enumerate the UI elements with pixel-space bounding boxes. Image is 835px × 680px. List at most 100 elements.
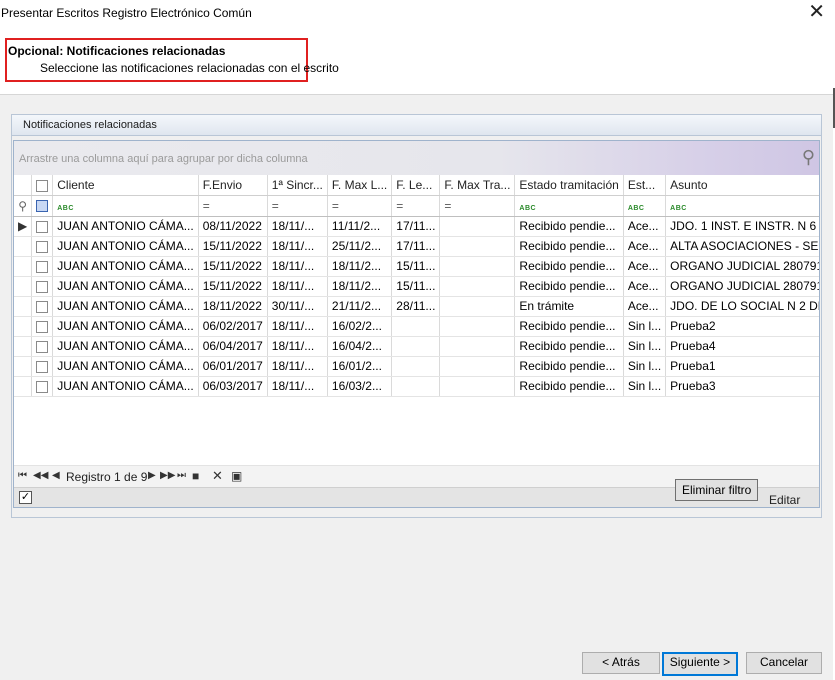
table-cell: 15/11...: [391, 276, 441, 297]
text-filter-icon: ABC: [57, 204, 74, 212]
column-header[interactable]: Estado tramitación: [514, 175, 624, 196]
row-checkbox[interactable]: [31, 216, 54, 237]
step-subtitle: Seleccione las notificaciones relacionad…: [40, 61, 339, 75]
filter-cell[interactable]: =: [391, 195, 441, 217]
search-icon[interactable]: ⚲: [802, 147, 815, 168]
table-cell: 15/11/2022: [198, 236, 268, 257]
table-cell: 18/11/...: [267, 256, 328, 277]
table-cell: 06/02/2017: [198, 316, 268, 337]
column-header[interactable]: 1ª Sincr...: [267, 175, 328, 196]
save-icon[interactable]: ■: [192, 469, 199, 483]
table-cell: [391, 356, 441, 377]
table-cell: Recibido pendie...: [514, 236, 624, 257]
previous-page-icon[interactable]: ◀◀: [33, 470, 48, 481]
row-indicator-cell: [14, 276, 33, 297]
table-row[interactable]: JUAN ANTONIO CÁMA... 06/01/2017 18/11/... 1…: [14, 356, 819, 377]
checkbox-icon: [36, 260, 49, 273]
print-icon[interactable]: ▣: [231, 469, 242, 483]
previous-record-icon[interactable]: ◀: [52, 470, 60, 481]
last-record-icon[interactable]: ⏭: [177, 470, 186, 481]
row-checkbox[interactable]: [31, 276, 54, 297]
table-row[interactable]: JUAN ANTONIO CÁMA... 15/11/2022 18/11/... 1…: [14, 276, 819, 297]
table-cell: 16/03/2...: [327, 376, 393, 397]
table-cell: 30/11/...: [267, 296, 328, 317]
group-by-hint: Arrastre una columna aquí para agrupar p…: [19, 153, 308, 165]
filter-cell[interactable]: =: [267, 195, 328, 217]
table-row[interactable]: JUAN ANTONIO CÁMA... 15/11/2022 18/11/... 2…: [14, 236, 819, 257]
filter-cell[interactable]: ABC: [52, 195, 199, 217]
checkbox-icon: [36, 300, 49, 313]
row-checkbox[interactable]: [31, 376, 54, 397]
filter-cell[interactable]: =: [327, 195, 393, 217]
edit-filter-link[interactable]: Editar filtro: [769, 493, 819, 507]
table-cell: Ace...: [623, 236, 667, 257]
table-cell: 06/03/2017: [198, 376, 268, 397]
table-cell: Recibido pendie...: [514, 316, 624, 337]
table-row[interactable]: JUAN ANTONIO CÁMA... 06/04/2017 18/11/... 1…: [14, 336, 819, 357]
cancel-button[interactable]: Cancelar: [746, 652, 822, 674]
table-cell: JUAN ANTONIO CÁMA...: [52, 276, 199, 297]
table-row[interactable]: JUAN ANTONIO CÁMA... 06/03/2017 18/11/... 1…: [14, 376, 819, 397]
row-indicator-cell: [14, 256, 33, 277]
table-cell: [439, 236, 516, 257]
title-bar: Presentar Escritos Registro Electrónico …: [0, 0, 835, 28]
table-cell: JUAN ANTONIO CÁMA...: [52, 256, 199, 277]
table-cell: [439, 276, 516, 297]
filter-toggle-checkbox[interactable]: ✓: [19, 491, 32, 504]
first-record-icon[interactable]: ⏮: [18, 470, 27, 481]
filter-cell[interactable]: ABC: [665, 195, 819, 217]
table-row[interactable]: JUAN ANTONIO CÁMA... 06/02/2017 18/11/... 1…: [14, 316, 819, 337]
row-checkbox[interactable]: [31, 296, 54, 317]
table-cell: [439, 296, 516, 317]
table-cell: [439, 216, 516, 237]
table-cell: 18/11/...: [267, 316, 328, 337]
row-checkbox[interactable]: [31, 316, 54, 337]
row-checkbox[interactable]: [31, 236, 54, 257]
next-record-icon[interactable]: ▶: [148, 470, 156, 481]
next-page-icon[interactable]: ▶▶: [160, 470, 175, 481]
filter-checkbox[interactable]: [31, 195, 54, 217]
group-by-panel[interactable]: Arrastre una columna aquí para agrupar p…: [14, 141, 819, 175]
filter-cell[interactable]: ABC: [623, 195, 667, 217]
row-checkbox[interactable]: [31, 336, 54, 357]
table-cell: JUAN ANTONIO CÁMA...: [52, 216, 199, 237]
clear-filter-button[interactable]: Eliminar filtro: [675, 479, 759, 501]
column-header[interactable]: Asunto: [665, 175, 819, 196]
table-cell: Sin l...: [623, 356, 667, 377]
select-all-checkbox[interactable]: [31, 175, 54, 196]
window-title: Presentar Escritos Registro Electrónico …: [1, 6, 252, 20]
column-header[interactable]: F. Max Tra...: [439, 175, 516, 196]
table-cell: Recibido pendie...: [514, 336, 624, 357]
filter-cell[interactable]: ABC: [514, 195, 624, 217]
table-cell: Recibido pendie...: [514, 356, 624, 377]
next-button[interactable]: Siguiente >: [662, 652, 738, 676]
row-checkbox[interactable]: [31, 356, 54, 377]
row-indicator-cell: [14, 296, 33, 317]
column-header[interactable]: F. Max L...: [327, 175, 393, 196]
column-header[interactable]: Cliente: [52, 175, 199, 196]
column-header[interactable]: F. Le...: [391, 175, 441, 196]
equals-filter-icon: =: [271, 198, 279, 213]
text-filter-icon: ABC: [627, 204, 645, 212]
checkbox-icon: [36, 240, 49, 253]
checkbox-icon: [36, 179, 49, 192]
column-header[interactable]: Est...: [623, 175, 667, 196]
row-checkbox[interactable]: [31, 256, 54, 277]
back-button[interactable]: < Atrás: [582, 652, 660, 674]
equals-filter-icon: =: [202, 198, 210, 213]
table-cell: 17/11...: [391, 236, 441, 257]
table-row[interactable]: ▶ JUAN ANTONIO CÁMA... 08/11/2022 18/11/...…: [14, 216, 819, 237]
filter-cell[interactable]: =: [439, 195, 516, 217]
table-row[interactable]: JUAN ANTONIO CÁMA... 18/11/2022 30/11/... 2…: [14, 296, 819, 317]
column-header[interactable]: F.Envio: [198, 175, 268, 196]
table-cell: JUAN ANTONIO CÁMA...: [52, 236, 199, 257]
table-cell: [391, 376, 441, 397]
filter-cell[interactable]: =: [198, 195, 268, 217]
table-cell: 18/11/2...: [327, 276, 393, 297]
table-cell: 16/02/2...: [327, 316, 393, 337]
table-cell: 25/11/2...: [327, 236, 393, 257]
table-cell: [439, 316, 516, 337]
table-row[interactable]: JUAN ANTONIO CÁMA... 15/11/2022 18/11/... 1…: [14, 256, 819, 277]
cancel-edit-icon[interactable]: ✕: [212, 468, 223, 484]
close-icon[interactable]: ✕: [808, 2, 825, 22]
